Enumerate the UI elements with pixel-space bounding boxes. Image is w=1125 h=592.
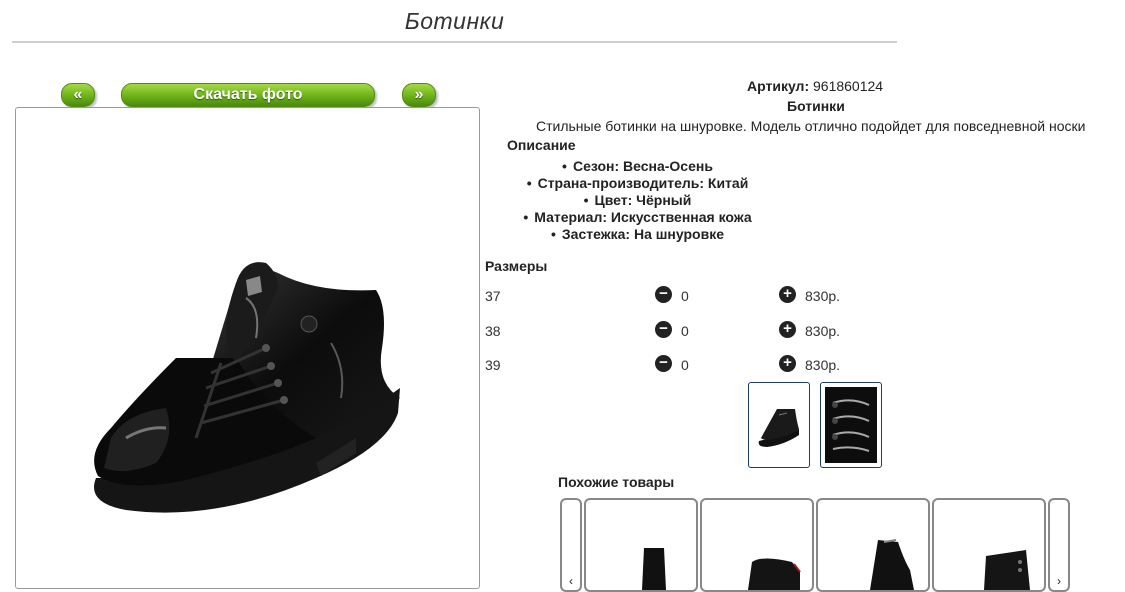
boot-thumbnail-image — [758, 409, 799, 447]
quantity-value: 0 — [681, 323, 689, 339]
chevron-right-icon: › — [1057, 574, 1061, 588]
minus-circle-icon[interactable]: − — [655, 286, 672, 303]
page-title: Ботинки — [404, 8, 505, 34]
photo-thumbnail[interactable] — [748, 382, 810, 468]
chevron-left-icon: ‹ — [569, 574, 573, 588]
quantity-value: 0 — [681, 288, 689, 304]
properties-list: • Сезон: Весна-Осень • Страна-производител… — [505, 158, 770, 243]
size-value: 39 — [485, 357, 501, 373]
boot-thumbnail-image — [870, 539, 914, 590]
product-name: Ботинки — [787, 98, 845, 114]
article-label: Артикул: — [747, 78, 810, 94]
article-line: Артикул: 961860124 — [747, 78, 883, 94]
price-value: 830р. — [805, 357, 841, 373]
next-photo-button[interactable]: » — [402, 83, 436, 107]
article-value: 961860124 — [813, 78, 884, 94]
sizes-heading: Размеры — [485, 258, 548, 274]
download-photo-button[interactable]: Скачать фото — [121, 83, 375, 107]
size-row: 39 − 0 + 830р. — [485, 354, 885, 376]
minus-circle-icon[interactable]: − — [655, 355, 672, 372]
plus-circle-icon[interactable]: + — [779, 355, 796, 372]
similar-products-heading: Похожие товары — [558, 474, 675, 490]
price-value: 830р. — [805, 288, 841, 304]
prev-photo-button[interactable]: « — [61, 83, 95, 107]
short-description: Стильные ботинки на шнуровке. Модель отл… — [536, 118, 1086, 134]
description-heading: Описание — [507, 137, 576, 153]
size-value: 37 — [485, 288, 501, 304]
main-product-photo[interactable] — [15, 107, 480, 589]
property-item: • Страна-производитель: Китай — [526, 175, 749, 191]
boot-thumbnail-image — [642, 548, 666, 590]
quantity-value: 0 — [681, 357, 689, 373]
property-item: • Застежка: На шнуровке — [551, 226, 724, 242]
similar-product-card[interactable] — [700, 498, 814, 592]
boot-image — [94, 262, 400, 513]
plus-circle-icon[interactable]: + — [779, 321, 796, 338]
minus-circle-icon[interactable]: − — [655, 321, 672, 338]
photo-thumbnail[interactable] — [820, 382, 882, 468]
property-item: • Сезон: Весна-Осень — [562, 158, 713, 174]
carousel-next-button[interactable]: › — [1048, 498, 1070, 592]
price-value: 830р. — [805, 323, 841, 339]
boot-closeup-image — [825, 387, 877, 463]
similar-product-card[interactable] — [816, 498, 930, 592]
size-value: 38 — [485, 323, 501, 339]
plus-circle-icon[interactable]: + — [779, 286, 796, 303]
title-divider — [12, 41, 897, 43]
boot-thumbnail-image — [984, 550, 1030, 590]
property-item: • Материал: Искусственная кожа — [523, 209, 752, 225]
property-item: • Цвет: Чёрный — [583, 192, 692, 208]
size-row: 37 − 0 + 830р. — [485, 285, 885, 307]
boot-thumbnail-image — [748, 558, 801, 590]
carousel-prev-button[interactable]: ‹ — [560, 498, 582, 592]
similar-product-card[interactable] — [584, 498, 698, 592]
size-row: 38 − 0 + 830р. — [485, 320, 885, 342]
similar-product-card[interactable] — [932, 498, 1046, 592]
